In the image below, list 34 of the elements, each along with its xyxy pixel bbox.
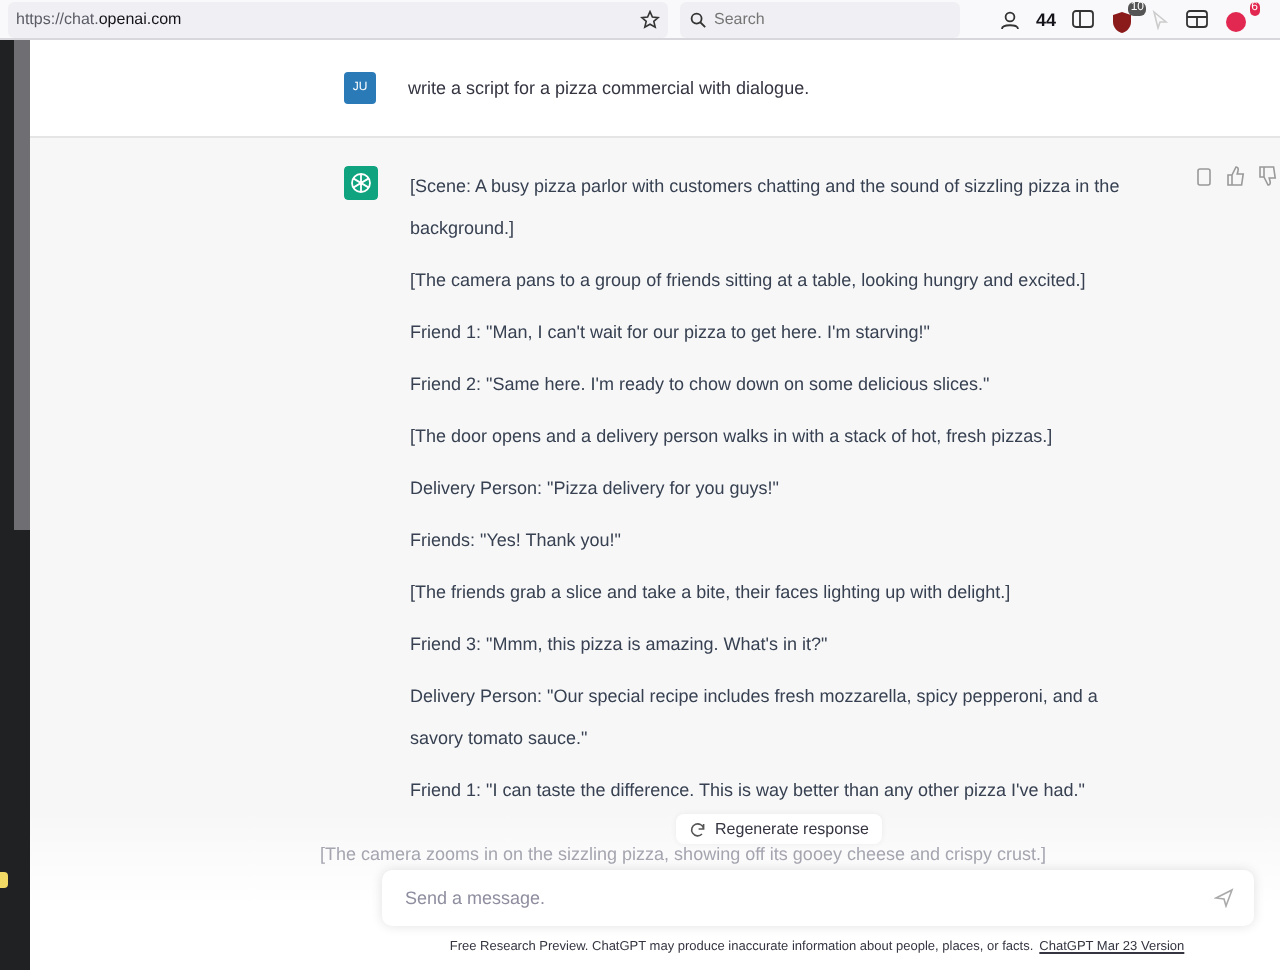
scrollbar-thumb[interactable]: [14, 40, 30, 530]
thumbs-down-icon[interactable]: [1258, 166, 1278, 186]
window-icon[interactable]: [1186, 10, 1209, 28]
account-icon[interactable]: [1000, 9, 1020, 29]
regenerate-button[interactable]: Regenerate response: [675, 814, 883, 844]
copy-icon[interactable]: [1194, 166, 1214, 186]
address-bar[interactable]: https://chat.openai.com: [8, 1, 668, 37]
response-paragraph: [The camera pans to a group of friends sitting at a table, looking hungry and excited.]: [410, 268, 1088, 294]
star-icon[interactable]: [640, 9, 660, 29]
shield-icon[interactable]: [1110, 9, 1135, 33]
response-paragraph: [The camera zooms in on the sizzling pizza, showing off its gooey cheese and crispy crust.]: [319, 844, 1046, 866]
search-icon: [690, 11, 706, 27]
refresh-icon: [689, 821, 706, 837]
response-paragraph: Friend 1: "Man, I can't wait for our pizza to get here. I'm starving!": [410, 320, 932, 346]
response-paragraph: Friends: "Yes! Thank you!": [410, 528, 623, 554]
thumbs-up-icon[interactable]: [1226, 166, 1246, 186]
composer-box[interactable]: Send a message.: [381, 870, 1253, 926]
search-bar[interactable]: Search: [680, 1, 960, 37]
send-icon[interactable]: [1213, 888, 1233, 908]
user-message: write a script for a pizza commercial with dialogue.: [408, 78, 810, 98]
response-paragraph: Friend 2: "Same here. I'm ready to chow down on some delicious slices.": [410, 372, 992, 398]
response-paragraph: Delivery Person: "Our special recipe includes fresh mozzarella, spicy pepperoni, and a savory tomato sauce.": [410, 684, 1100, 752]
search-input[interactable]: Search: [714, 10, 914, 28]
assistant-logo-icon: [344, 166, 378, 200]
extension-icon[interactable]: [1224, 9, 1249, 33]
response-paragraph: [The door opens and a delivery person walks in with a stack of hot, fresh pizzas.]: [410, 424, 1055, 450]
response-paragraph: Friend 3: "Mmm, this pizza is amazing. What's in it?": [410, 632, 830, 658]
response-paragraph: [The friends grab a slice and take a bite, their faces lighting up with delight.]: [410, 580, 1013, 606]
toolbar-count[interactable]: 44: [1036, 9, 1057, 29]
sidebar-icon[interactable]: [1072, 10, 1095, 28]
response-paragraph: [Scene: A busy pizza parlor with customers chatting and the sound of sizzling pizza in the background.]: [410, 174, 1122, 242]
response-paragraph: Friend 1: "I can taste the difference. This is way better than any other pizza I've had.": [410, 778, 1087, 804]
response-paragraph: Delivery Person: "Pizza delivery for you guys!": [410, 476, 781, 502]
message-input[interactable]: Send a message.: [401, 886, 1213, 910]
